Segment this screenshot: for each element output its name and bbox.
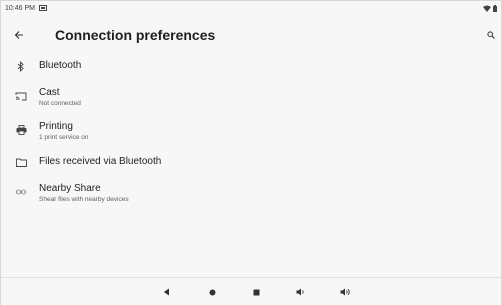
search-icon	[487, 31, 495, 39]
pref-item-nearby-share[interactable]: Nearby Share Shear files with nearby dev…	[1, 181, 501, 209]
app-bar: Connection preferences	[1, 19, 501, 51]
back-button[interactable]	[7, 23, 31, 47]
volume-down-icon	[296, 288, 304, 296]
printer-icon	[14, 123, 28, 137]
recents-square-icon	[253, 289, 259, 295]
pref-title: Files received via Bluetooth	[39, 156, 162, 167]
battery-icon	[493, 4, 497, 12]
volume-up-icon	[340, 288, 350, 296]
wifi-icon	[483, 5, 491, 12]
pref-item-files-received[interactable]: Files received via Bluetooth	[1, 153, 501, 175]
pref-summary: Not connected	[39, 100, 81, 107]
pref-item-bluetooth[interactable]: Bluetooth	[1, 57, 501, 79]
cast-icon	[14, 89, 28, 103]
pref-title: Bluetooth	[39, 60, 82, 71]
pref-title: Nearby Share	[39, 183, 101, 194]
home-circle-icon	[209, 289, 215, 295]
status-bar: 10:46 PM	[1, 1, 501, 15]
pref-title: Printing	[39, 121, 73, 132]
volume-up-button[interactable]	[337, 283, 355, 301]
nav-back-button[interactable]	[157, 283, 175, 301]
notification-icon	[38, 5, 47, 11]
system-nav-bar	[1, 277, 501, 305]
bluetooth-icon	[14, 59, 28, 73]
folder-icon	[14, 155, 28, 169]
arrow-back-icon	[14, 31, 23, 39]
pref-title: Cast	[39, 87, 60, 98]
back-triangle-icon	[163, 288, 169, 296]
nav-recents-button[interactable]	[247, 283, 265, 301]
screen-frame: 10:46 PM Connection preferences Bluetoot…	[0, 0, 502, 305]
volume-down-button[interactable]	[292, 283, 310, 301]
nav-home-button[interactable]	[203, 283, 221, 301]
page-title: Connection preferences	[55, 27, 216, 43]
search-button[interactable]	[483, 25, 499, 45]
pref-summary: 1 print service on	[39, 134, 89, 141]
pref-item-cast[interactable]: Cast Not connected	[1, 85, 501, 113]
nearby-share-icon	[14, 185, 28, 199]
status-time: 10:46 PM	[5, 4, 35, 12]
pref-item-printing[interactable]: Printing 1 print service on	[1, 119, 501, 147]
pref-summary: Shear files with nearby devices	[39, 196, 129, 203]
